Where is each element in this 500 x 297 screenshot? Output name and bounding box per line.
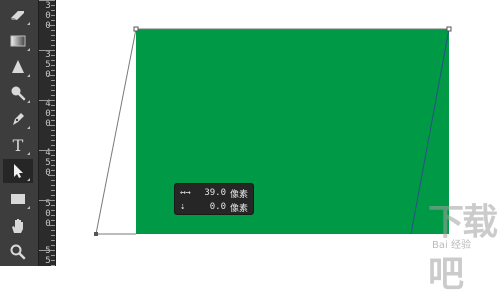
ruler-tick bbox=[51, 65, 55, 66]
dodge-tool[interactable] bbox=[3, 81, 33, 105]
ruler-tick bbox=[51, 215, 55, 216]
ruler-tick bbox=[51, 155, 55, 156]
pen-tool[interactable] bbox=[3, 107, 33, 131]
ruler-tick bbox=[48, 225, 55, 226]
ruler-tick bbox=[51, 220, 55, 221]
ruler-tick bbox=[51, 195, 55, 196]
ruler-tick bbox=[51, 235, 55, 236]
ruler-tick bbox=[51, 140, 55, 141]
sharpen-tool[interactable] bbox=[3, 55, 33, 79]
ruler-tick bbox=[51, 35, 55, 36]
ruler-tick bbox=[39, 150, 55, 151]
ruler-label: 5 5 bbox=[45, 246, 51, 266]
ruler-tick bbox=[51, 120, 55, 121]
ruler-tick bbox=[51, 145, 55, 146]
ruler-tick bbox=[51, 210, 55, 211]
type-icon: T bbox=[12, 135, 24, 155]
ruler-tick bbox=[39, 100, 55, 101]
ruler-tick bbox=[51, 90, 55, 91]
ruler-tick bbox=[51, 85, 55, 86]
eraser-tool[interactable] bbox=[3, 3, 33, 27]
sharpen-icon bbox=[12, 60, 24, 73]
watermark-caption: Bai 经验 bbox=[432, 240, 471, 251]
ruler-tick bbox=[51, 105, 55, 106]
ruler-tick bbox=[51, 240, 55, 241]
type-tool[interactable]: T bbox=[3, 133, 33, 157]
ruler-tick bbox=[51, 15, 55, 16]
horizontal-offset-icon: ↤→ bbox=[180, 188, 191, 198]
dy-unit: 像素 bbox=[230, 203, 249, 214]
direct-selection-tool[interactable] bbox=[3, 159, 33, 183]
ruler-tick bbox=[51, 55, 55, 56]
dy-value: 0.0 bbox=[209, 202, 226, 212]
ruler-tick bbox=[48, 75, 55, 76]
ruler-tick bbox=[48, 175, 55, 176]
ruler-tick bbox=[51, 260, 55, 261]
ruler-tick bbox=[51, 160, 55, 161]
ruler-tick bbox=[51, 255, 55, 256]
rectangle-icon bbox=[11, 194, 25, 204]
ruler-tick bbox=[39, 250, 55, 251]
hand-tool[interactable] bbox=[3, 214, 33, 238]
ruler-tick bbox=[51, 20, 55, 21]
gradient-tool[interactable] bbox=[3, 29, 33, 53]
ruler-tick bbox=[51, 40, 55, 41]
ruler-tick bbox=[51, 185, 55, 186]
ruler-tick bbox=[39, 50, 55, 51]
ruler-tick bbox=[51, 10, 55, 11]
dx-unit: 像素 bbox=[230, 189, 249, 200]
ruler-label: 4 5 0 bbox=[45, 148, 51, 178]
ruler-tick bbox=[51, 130, 55, 131]
ruler-tick bbox=[39, 200, 55, 201]
dx-value: 39.0 bbox=[204, 188, 226, 198]
dy-row: ⇣ 0.0 像素 bbox=[180, 201, 249, 214]
ruler-tick bbox=[51, 180, 55, 181]
ruler-tick bbox=[51, 165, 55, 166]
measurement-tooltip: ↤→ 39.0 像素 ⇣ 0.0 像素 bbox=[174, 183, 254, 215]
ruler-tick bbox=[51, 45, 55, 46]
ruler-tick bbox=[51, 5, 55, 6]
dodge-icon bbox=[11, 86, 26, 101]
path-segment-left bbox=[95, 28, 137, 235]
rectangle-tool[interactable] bbox=[3, 187, 33, 211]
ruler-tick bbox=[48, 25, 55, 26]
ruler-tick bbox=[51, 190, 55, 191]
direct-selection-icon bbox=[14, 164, 23, 178]
pen-icon bbox=[13, 113, 24, 125]
anchor-point-selected bbox=[94, 232, 98, 236]
ruler-tick bbox=[51, 60, 55, 61]
ruler-tick bbox=[51, 95, 55, 96]
vertical-ruler[interactable]: 3 0 0 3 5 0 4 0 0 4 5 0 5 0 0 5 5 bbox=[38, 0, 56, 266]
ruler-tick bbox=[39, 0, 55, 1]
anchor-point bbox=[446, 26, 452, 32]
tools-panel: T bbox=[0, 0, 38, 266]
gradient-icon bbox=[10, 35, 26, 47]
ruler-tick bbox=[51, 30, 55, 31]
eraser-icon bbox=[11, 11, 24, 20]
ruler-tick bbox=[51, 170, 55, 171]
ruler-tick bbox=[51, 70, 55, 71]
dx-row: ↤→ 39.0 像素 bbox=[180, 187, 249, 200]
ruler-tick bbox=[51, 135, 55, 136]
ruler-tick bbox=[51, 205, 55, 206]
ruler-tick bbox=[51, 115, 55, 116]
ruler-tick bbox=[48, 125, 55, 126]
ruler-tick bbox=[51, 230, 55, 231]
zoom-icon bbox=[10, 244, 26, 260]
document-canvas[interactable]: ↤→ 39.0 像素 ⇣ 0.0 像素 下载吧 Bai 经验 bbox=[56, 0, 500, 295]
ruler-tick bbox=[51, 245, 55, 246]
zoom-tool[interactable] bbox=[3, 240, 33, 264]
vertical-offset-icon: ⇣ bbox=[180, 202, 186, 212]
anchor-point bbox=[133, 26, 139, 32]
ruler-tick bbox=[51, 110, 55, 111]
hand-icon bbox=[12, 219, 23, 233]
ruler-tick bbox=[51, 80, 55, 81]
